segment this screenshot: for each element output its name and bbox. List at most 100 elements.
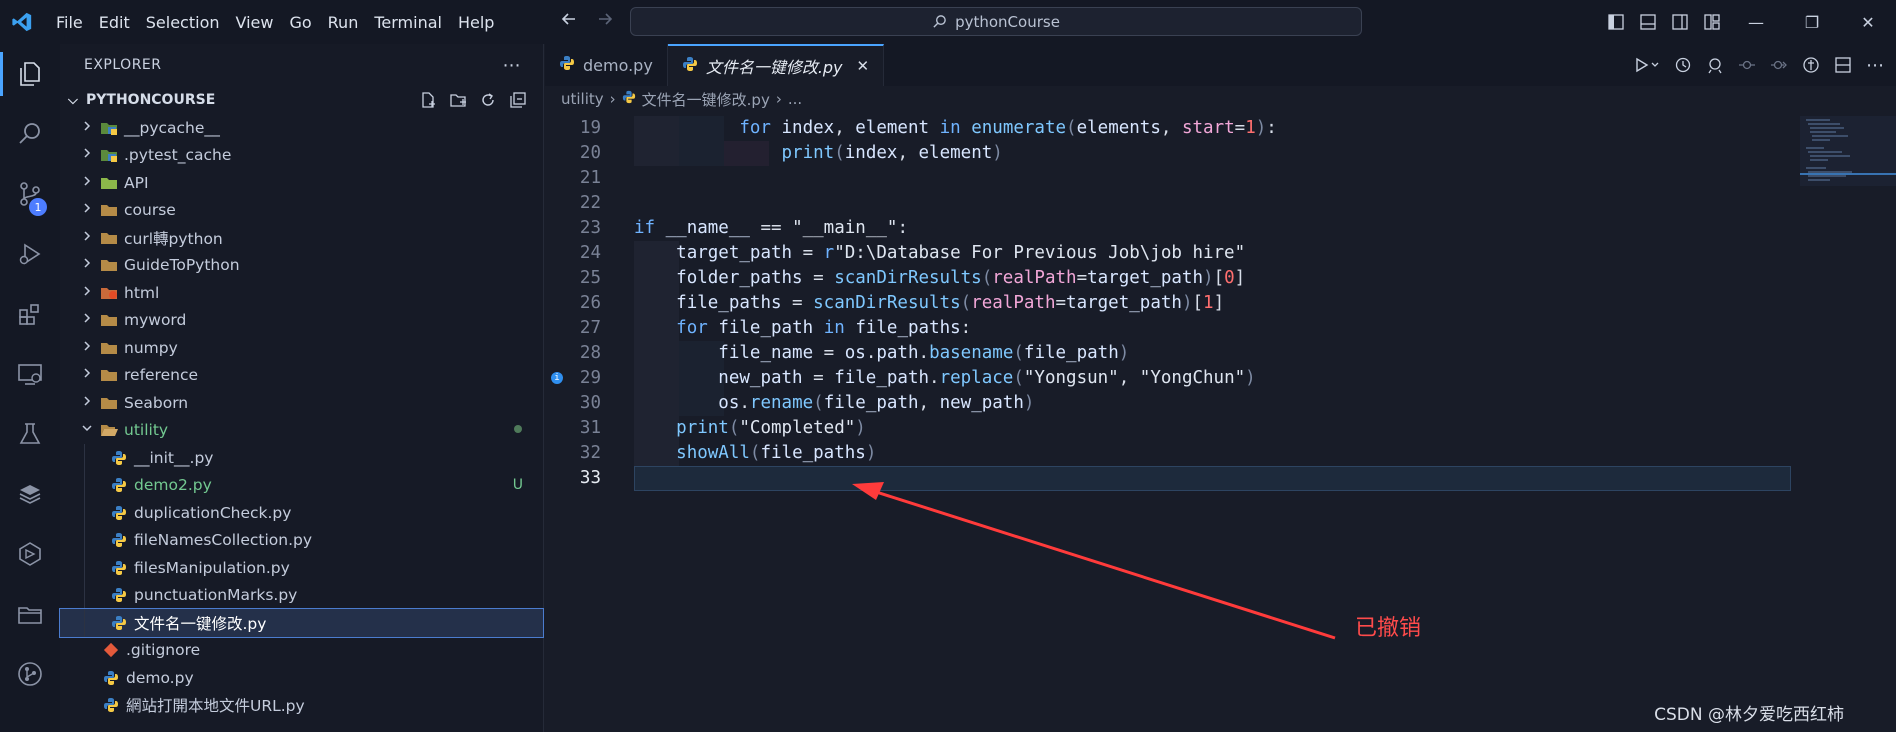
tree-item-label: demo.py xyxy=(126,668,194,687)
tree-folder-course[interactable]: course xyxy=(60,197,543,225)
breadcrumb-file[interactable]: 文件名一键修改.py xyxy=(642,89,770,110)
close-tab-icon[interactable]: ✕ xyxy=(857,57,870,75)
restore-icon[interactable]: ❐ xyxy=(1784,0,1840,44)
menu-run[interactable]: Run xyxy=(320,13,367,32)
refresh-icon[interactable] xyxy=(479,91,497,109)
new-folder-icon[interactable] xyxy=(449,91,467,109)
tree-folder-pytest-cache[interactable]: .pytest_cache xyxy=(60,142,543,170)
chevron-right-icon[interactable] xyxy=(80,285,94,301)
menu-edit[interactable]: Edit xyxy=(91,13,138,32)
line-number: 33 xyxy=(579,468,601,488)
tree-file-filenamescollection-py[interactable]: fileNamesCollection.py xyxy=(60,526,543,554)
back-arrow-icon[interactable] xyxy=(560,10,578,28)
chevron-right-icon[interactable] xyxy=(80,367,94,383)
tree-folder-guidetopython[interactable]: GuideToPython xyxy=(60,252,543,280)
tree-file-py[interactable]: 文件名一键修改.py xyxy=(59,608,544,638)
toggle-primary-sidebar-icon[interactable] xyxy=(1600,0,1632,44)
chevron-right-icon[interactable] xyxy=(80,340,94,356)
hexagon-extension-icon[interactable] xyxy=(0,524,60,584)
code-text: print("Completed") xyxy=(676,418,866,438)
tree-file-demo2-py[interactable]: demo2.py U xyxy=(60,471,543,499)
tree-item-label: duplicationCheck.py xyxy=(134,503,292,522)
explorer-icon[interactable] xyxy=(0,44,60,104)
collapse-all-icon[interactable] xyxy=(509,91,527,109)
more-actions-icon[interactable]: ⋯ xyxy=(503,55,522,76)
tree-folder-utility[interactable]: utility xyxy=(60,417,543,445)
git-graph-icon[interactable] xyxy=(0,644,60,704)
tree-folder-html[interactable]: html xyxy=(60,279,543,307)
testing-icon[interactable] xyxy=(0,404,60,464)
tree-file-demo-py[interactable]: demo.py xyxy=(60,664,543,692)
code-text: new_path = file_path.replace("Yongsun", … xyxy=(718,368,1256,388)
menu-go[interactable]: Go xyxy=(281,13,319,32)
menu-terminal[interactable]: Terminal xyxy=(366,13,450,32)
git-previous-icon[interactable] xyxy=(1738,56,1756,74)
tree-item-label: demo2.py xyxy=(134,476,212,495)
breadcrumb-separator-icon: › xyxy=(609,90,616,108)
tree-folder-seaborn[interactable]: Seaborn xyxy=(60,389,543,417)
chevron-right-icon[interactable] xyxy=(80,257,94,273)
chevron-right-icon[interactable] xyxy=(80,202,94,218)
tree-file-filesmanipulation-py[interactable]: filesManipulation.py xyxy=(60,554,543,582)
tree-file-init-py[interactable]: __init__.py xyxy=(60,444,543,472)
toggle-panel-icon[interactable] xyxy=(1632,0,1664,44)
command-center-label: pythonCourse xyxy=(955,12,1060,31)
tab-active-file[interactable]: 文件名一键修改.py ✕ xyxy=(667,44,885,86)
run-debug-icon[interactable] xyxy=(0,224,60,284)
git-next-icon[interactable] xyxy=(1770,56,1788,74)
code-line: 31 print("Completed") xyxy=(545,416,1795,441)
tree-folder-reference[interactable]: reference xyxy=(60,362,543,390)
new-file-icon[interactable] xyxy=(419,91,437,109)
close-window-icon[interactable]: ✕ xyxy=(1840,0,1896,44)
project-header[interactable]: ⌵ PYTHONCOURSE xyxy=(60,86,543,114)
tree-folder-api[interactable]: API xyxy=(60,169,543,197)
minimap[interactable] xyxy=(1800,116,1896,732)
search-icon[interactable] xyxy=(0,104,60,164)
chevron-right-icon[interactable] xyxy=(80,147,94,163)
breadcrumb-folder[interactable]: utility xyxy=(561,90,604,108)
command-center-search[interactable]: pythonCourse xyxy=(630,7,1362,36)
project-manager-icon[interactable] xyxy=(0,584,60,644)
tree-folder-myword[interactable]: myword xyxy=(60,307,543,335)
chevron-down-icon[interactable] xyxy=(80,422,94,438)
chevron-right-icon[interactable] xyxy=(80,312,94,328)
timeline-history-icon[interactable] xyxy=(1674,56,1692,74)
menu-selection[interactable]: Selection xyxy=(138,13,228,32)
folder-icon xyxy=(100,339,118,357)
chevron-right-icon[interactable] xyxy=(80,175,94,191)
chevron-right-icon[interactable] xyxy=(80,395,94,411)
tree-file-duplicationcheck-py[interactable]: duplicationCheck.py xyxy=(60,499,543,527)
toggle-secondary-sidebar-icon[interactable] xyxy=(1664,0,1696,44)
tree-file-punctuationmarks-py[interactable]: punctuationMarks.py xyxy=(60,581,543,609)
menu-file[interactable]: File xyxy=(48,13,91,32)
split-editor-icon[interactable] xyxy=(1834,56,1852,74)
more-editor-actions-icon[interactable]: ⋯ xyxy=(1866,55,1884,76)
run-python-icon[interactable] xyxy=(1634,56,1660,74)
remote-explorer-icon[interactable] xyxy=(0,344,60,404)
breadcrumb-symbol[interactable]: ... xyxy=(788,90,802,108)
chevron-right-icon[interactable] xyxy=(80,120,94,136)
tree-file-gitignore[interactable]: .gitignore xyxy=(60,637,543,665)
tree-folder-pycache[interactable]: __pycache__ xyxy=(60,114,543,142)
tree-folder-numpy[interactable]: numpy xyxy=(60,334,543,362)
customize-layout-icon[interactable] xyxy=(1696,0,1728,44)
code-line: 21 xyxy=(545,166,1795,191)
code-line: 22 xyxy=(545,191,1795,216)
modified-dot-icon xyxy=(513,422,523,438)
chevron-right-icon[interactable] xyxy=(80,230,94,246)
open-changes-icon[interactable] xyxy=(1802,56,1820,74)
code-line: 19 for index, element in enumerate(eleme… xyxy=(545,116,1795,141)
tab-demo-py[interactable]: demo.py xyxy=(545,44,668,86)
tree-item-label: __init__.py xyxy=(134,448,214,467)
extensions-icon[interactable] xyxy=(0,284,60,344)
source-control-icon[interactable]: 1 xyxy=(0,164,60,224)
menu-view[interactable]: View xyxy=(228,13,282,32)
minimize-icon[interactable]: — xyxy=(1728,0,1784,44)
menu-help[interactable]: Help xyxy=(450,13,502,32)
stack-layers-icon[interactable] xyxy=(0,464,60,524)
code-editor[interactable]: 19 for index, element in enumerate(eleme… xyxy=(545,116,1795,491)
tree-folder-curl-python[interactable]: curl轉python xyxy=(60,224,543,252)
forward-arrow-icon[interactable] xyxy=(596,10,614,28)
tree-file-url-py[interactable]: 網站打開本地文件URL.py xyxy=(60,692,543,720)
git-compare-icon[interactable] xyxy=(1706,56,1724,74)
